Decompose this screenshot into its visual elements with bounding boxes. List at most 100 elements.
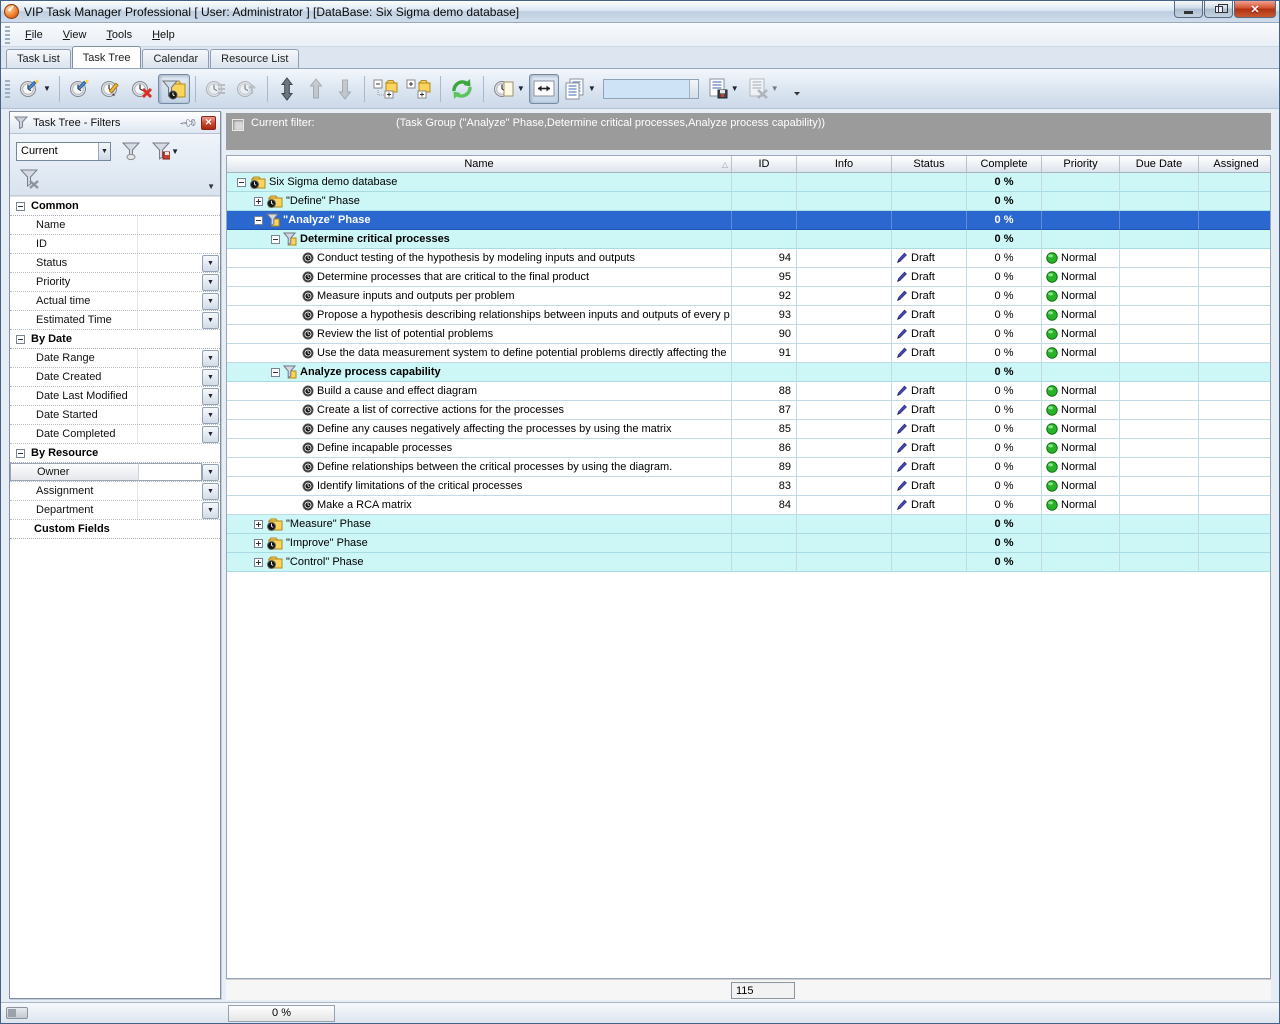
print-preview-button[interactable]: ▼: [489, 74, 528, 104]
menu-tools[interactable]: Tools: [97, 25, 141, 45]
chevron-down-icon[interactable]: ▼: [202, 369, 219, 386]
filter-row-date-last-modified[interactable]: Date Last Modified▼: [10, 387, 220, 406]
filter-tasks-button[interactable]: [158, 74, 190, 104]
move-up-button[interactable]: [302, 74, 330, 104]
column-header-due-date[interactable]: Due Date: [1120, 156, 1199, 172]
column-header-status[interactable]: Status: [892, 156, 967, 172]
task-row[interactable]: Use the data measurement system to defin…: [227, 344, 1270, 363]
chevron-down-icon[interactable]: ▼: [517, 84, 525, 93]
chevron-down-icon[interactable]: ▼: [202, 407, 219, 424]
task-row[interactable]: Propose a hypothesis describing relation…: [227, 306, 1270, 325]
collapse-icon[interactable]: [16, 202, 25, 211]
columns-button[interactable]: ▼: [560, 74, 599, 104]
task-row[interactable]: "Measure" Phase0 %: [227, 515, 1270, 534]
tab-calendar[interactable]: Calendar: [142, 49, 209, 68]
collapse-icon[interactable]: [271, 235, 280, 244]
column-header-id[interactable]: ID: [732, 156, 797, 172]
task-row[interactable]: Define relationships between the critica…: [227, 458, 1270, 477]
collapse-icon[interactable]: [271, 368, 280, 377]
menu-file[interactable]: File: [16, 25, 52, 45]
pin-icon[interactable]: 📌︎: [178, 112, 199, 133]
tab-task-tree[interactable]: Task Tree: [72, 46, 142, 68]
expand-all-button[interactable]: [403, 74, 435, 104]
filter-row-id[interactable]: ID: [10, 235, 220, 254]
filter-row-date-range[interactable]: Date Range▼: [10, 349, 220, 368]
collapse-icon[interactable]: [254, 216, 263, 225]
apply-filter-button[interactable]: [117, 138, 145, 164]
chevron-down-icon[interactable]: ▼: [202, 350, 219, 367]
task-row[interactable]: Define incapable processes86Draft0 %Norm…: [227, 439, 1270, 458]
column-header-assigned[interactable]: Assigned: [1199, 156, 1271, 172]
task-row[interactable]: "Analyze" Phase0 %: [227, 211, 1270, 230]
duplicate-task-button[interactable]: [201, 74, 231, 104]
chevron-down-icon[interactable]: ▼: [588, 84, 596, 93]
task-row[interactable]: Make a RCA matrix84Draft0 %Normal: [227, 496, 1270, 515]
menu-view[interactable]: View: [54, 25, 96, 45]
task-row[interactable]: Create a list of corrective actions for …: [227, 401, 1270, 420]
restore-button[interactable]: [1204, 1, 1233, 18]
tab-resource-list[interactable]: Resource List: [210, 49, 299, 68]
task-row[interactable]: Analyze process capability0 %: [227, 363, 1270, 382]
collapse-icon[interactable]: [237, 178, 246, 187]
move-down-button[interactable]: [331, 74, 359, 104]
filter-row-date-completed[interactable]: Date Completed▼: [10, 425, 220, 444]
update-task-button[interactable]: [232, 74, 262, 104]
edit-task-button[interactable]: [96, 74, 126, 104]
filter-row-actual-time[interactable]: Actual time▼: [10, 292, 220, 311]
chevron-down-icon[interactable]: [689, 80, 698, 98]
delete-task-button[interactable]: [127, 74, 157, 104]
filter-section-common[interactable]: Common: [10, 197, 220, 216]
expand-icon[interactable]: [254, 197, 263, 206]
chevron-down-icon[interactable]: ▼: [202, 426, 219, 443]
filter-section-custom-fields[interactable]: Custom Fields: [10, 520, 220, 539]
chevron-down-icon[interactable]: ▼: [202, 388, 219, 405]
filter-row-priority[interactable]: Priority▼: [10, 273, 220, 292]
task-row[interactable]: "Control" Phase0 %: [227, 553, 1270, 572]
chevron-down-icon[interactable]: ▼: [207, 182, 215, 191]
chevron-down-icon[interactable]: ▼: [43, 84, 51, 93]
filter-row-estimated-time[interactable]: Estimated Time▼: [10, 311, 220, 330]
chevron-down-icon[interactable]: ▼: [98, 143, 110, 160]
fit-columns-button[interactable]: [529, 74, 559, 104]
save-view-button[interactable]: ▼: [703, 74, 742, 104]
column-header-priority[interactable]: Priority: [1042, 156, 1120, 172]
new-subtask-button[interactable]: [65, 74, 95, 104]
column-header-name[interactable]: Name△: [227, 156, 732, 172]
move-up-down-button[interactable]: [273, 74, 301, 104]
delete-view-button[interactable]: ▼: [743, 74, 782, 104]
task-row[interactable]: Six Sigma demo database0 %: [227, 173, 1270, 192]
save-filter-button[interactable]: ▼: [151, 138, 179, 164]
filter-section-by-date[interactable]: By Date: [10, 330, 220, 349]
clear-filter-button[interactable]: [16, 166, 44, 192]
filters-close-button[interactable]: ✕: [201, 116, 216, 130]
minimize-button[interactable]: [1174, 1, 1203, 18]
task-row[interactable]: Determine processes that are critical to…: [227, 268, 1270, 287]
filter-row-name[interactable]: Name: [10, 216, 220, 235]
column-header-info[interactable]: Info: [797, 156, 892, 172]
chevron-down-icon[interactable]: ▼: [202, 312, 219, 329]
task-row[interactable]: Build a cause and effect diagram88Draft0…: [227, 382, 1270, 401]
expand-icon[interactable]: [254, 539, 263, 548]
chevron-down-icon[interactable]: ▼: [202, 464, 219, 481]
tab-task-list[interactable]: Task List: [6, 49, 71, 68]
task-row[interactable]: "Define" Phase0 %: [227, 192, 1270, 211]
column-header-complete[interactable]: Complete: [967, 156, 1042, 172]
menu-help[interactable]: Help: [143, 25, 184, 45]
collapse-all-button[interactable]: [370, 74, 402, 104]
view-combobox[interactable]: [603, 79, 699, 99]
filter-preset-combobox[interactable]: Current ▼: [16, 142, 111, 161]
task-row[interactable]: Measure inputs and outputs per problem92…: [227, 287, 1270, 306]
expand-icon[interactable]: [254, 558, 263, 567]
chevron-down-icon[interactable]: ▼: [731, 84, 739, 93]
chevron-down-icon[interactable]: ▼: [202, 255, 219, 272]
filter-row-assignment[interactable]: Assignment▼: [10, 482, 220, 501]
current-filter-checkbox[interactable]: [232, 119, 244, 131]
task-row[interactable]: Define any causes negatively affecting t…: [227, 420, 1270, 439]
expand-icon[interactable]: [254, 520, 263, 529]
task-row[interactable]: Determine critical processes0 %: [227, 230, 1270, 249]
collapse-icon[interactable]: [16, 449, 25, 458]
refresh-button[interactable]: [446, 74, 478, 104]
toolbar-overflow-button[interactable]: [783, 74, 811, 104]
filter-row-department[interactable]: Department▼: [10, 501, 220, 520]
chevron-down-icon[interactable]: ▼: [202, 274, 219, 291]
